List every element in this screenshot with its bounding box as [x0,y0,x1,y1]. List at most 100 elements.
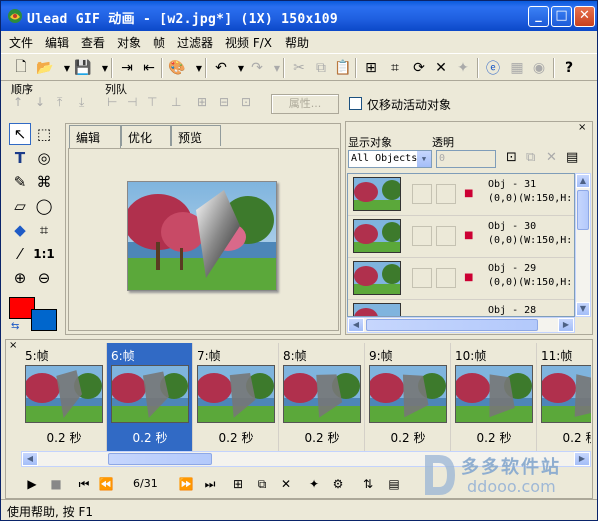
delete-object-icon[interactable]: ✕ [546,150,557,165]
reverse-frames-icon[interactable]: ⇅ [359,475,377,493]
show-objects-select[interactable]: All Objects ▼ [348,150,432,168]
lock-toggle[interactable] [436,268,456,288]
duplicate-frame-icon[interactable]: ⧉ [253,475,271,493]
frame-item[interactable]: 11:帧 0.2 秒 [537,343,591,451]
transparency-spinner[interactable]: 0 [436,150,496,168]
play-icon[interactable]: ▶ [23,475,41,493]
same-size-icon[interactable]: ⊡ [241,95,251,109]
actual-size-icon[interactable]: 1:1 [33,243,55,265]
pointer-tool-icon[interactable]: ↖ [9,123,31,145]
duplicate-object-icon[interactable]: ⧉ [526,150,535,165]
new-file-icon[interactable]: 🗋 [11,58,31,78]
list-item[interactable]: ■ Obj - 31 (0,0)(W:150,H: [348,174,574,216]
frame-panel-options-icon[interactable]: ▤ [385,475,403,493]
lasso-tool-icon[interactable]: ⌘ [33,171,55,193]
frame-item[interactable]: 8:帧 0.2 秒 [279,343,365,451]
maximize-button[interactable]: □ [551,6,572,27]
add-frame-icon[interactable]: ⊞ [229,475,247,493]
menu-help[interactable]: 帮助 [285,34,309,51]
text-tool-icon[interactable]: T [9,147,31,169]
ellipse-select-icon[interactable]: ◎ [33,147,55,169]
align-top-icon[interactable]: ⊥ [171,95,181,109]
frame-item[interactable]: 9:帧 0.2 秒 [365,343,451,451]
tab-optimize[interactable]: 优化 [121,125,171,146]
open-folder-icon[interactable]: 📂 [35,58,55,78]
delete-frame-icon[interactable]: ✕ [277,475,295,493]
send-to-back-icon[interactable]: ⤓ [79,95,84,110]
minimize-button[interactable]: _ [528,6,549,27]
send-backward-icon[interactable]: ↓ [35,95,45,109]
distribute-v-icon[interactable]: ⊟ [219,95,229,109]
tab-preview[interactable]: 预览 [171,125,221,146]
scroll-down-icon[interactable]: ▼ [576,302,590,316]
crop-tool-icon[interactable]: ⌗ [33,219,55,241]
background-color-swatch[interactable] [31,309,57,331]
paste-icon[interactable]: 📋 [333,58,353,78]
crop-icon[interactable]: ⌗ [385,58,405,78]
scroll-thumb[interactable] [577,190,589,230]
wizard-icon[interactable]: ✦ [453,58,473,78]
undo-icon[interactable]: ↶ [211,58,231,78]
import-icon[interactable]: ⇥ [117,58,137,78]
scroll-left-icon[interactable]: ◀ [22,452,38,466]
list-item[interactable]: Obj - 28 [348,300,574,316]
magic-wand-icon[interactable]: ◯ [33,195,55,217]
frame-item[interactable]: 10:帧 0.2 秒 [451,343,537,451]
title-bar[interactable]: Ulead GIF 动画 - [w2.jpg*] (1X) 150x109 _ … [1,1,597,31]
context-help-icon[interactable]: ? [559,58,579,78]
menu-file[interactable]: 文件 [9,34,33,51]
browser-preview-icon[interactable]: ⓔ [483,58,503,78]
scroll-left-icon[interactable]: ◀ [348,318,364,332]
scroll-thumb[interactable] [366,319,538,331]
save-icon[interactable]: 💾 [73,58,93,78]
bring-to-front-icon[interactable]: ⤒ [57,95,62,110]
align-center-icon[interactable]: ⊣ [127,95,137,109]
move-active-only-checkbox[interactable] [349,97,362,110]
transform-icon[interactable]: ✕ [431,58,451,78]
marquee-tool-icon[interactable]: ⬚ [33,123,55,145]
zoom-in-icon[interactable]: ⊕ [9,267,31,289]
properties-button[interactable]: 属性... [271,94,339,114]
cut-icon[interactable]: ✂ [289,58,309,78]
copy-icon[interactable]: ⧉ [311,58,331,78]
web-icon[interactable]: ◉ [529,58,549,78]
image-canvas[interactable] [127,181,277,291]
tab-edit[interactable]: 编辑 [69,125,121,148]
menu-filter[interactable]: 过滤器 [177,34,213,51]
fill-tool-icon[interactable]: ◆ [9,219,31,241]
optimize-icon[interactable]: ▦ [507,58,527,78]
panel-close-icon[interactable]: × [578,122,586,133]
color-palette-icon[interactable]: 🎨 [167,58,187,78]
rotate-icon[interactable]: ⟳ [409,58,429,78]
list-item[interactable]: ■ Obj - 30 (0,0)(W:150,H: [348,216,574,258]
stop-icon[interactable]: ■ [47,475,65,493]
object-properties-icon[interactable]: ▤ [566,150,578,165]
frame-strip[interactable]: 5:帧 0.2 秒 6:帧 0.2 秒 7:帧 0.2 秒 8:帧 0.2 秒 9:帧 0.2 秒… [21,343,591,451]
export-icon[interactable]: ⇤ [139,58,159,78]
menu-edit[interactable]: 编辑 [45,34,69,51]
swap-colors-icon[interactable]: ⇆ [11,321,19,332]
tween-icon[interactable]: ✦ [305,475,323,493]
object-list-hscroll[interactable]: ◀ ▶ [347,317,575,333]
new-object-icon[interactable]: ⊡ [506,150,517,165]
resize-image-icon[interactable]: ⊞ [361,58,381,78]
scroll-right-icon[interactable]: ▶ [558,318,574,332]
first-frame-icon[interactable]: ⏮ [75,475,93,493]
visibility-toggle[interactable] [412,184,432,204]
zoom-out-icon[interactable]: ⊖ [33,267,55,289]
list-item[interactable]: ■ Obj - 29 (0,0)(W:150,H: [348,258,574,300]
visibility-toggle[interactable] [412,268,432,288]
last-frame-icon[interactable]: ⏭ [201,475,219,493]
lock-toggle[interactable] [436,184,456,204]
distribute-h-icon[interactable]: ⊞ [197,95,207,109]
frame-item[interactable]: 6:帧 0.2 秒 [107,343,193,451]
close-button[interactable]: ✕ [574,6,595,27]
menu-view[interactable]: 查看 [81,34,105,51]
redo-icon[interactable]: ↷ [247,58,267,78]
visibility-toggle[interactable] [412,226,432,246]
menu-video-fx[interactable]: 视频 F/X [225,34,272,51]
frame-item[interactable]: 5:帧 0.2 秒 [21,343,107,451]
bring-forward-icon[interactable]: ↑ [13,95,23,109]
object-list-vscroll[interactable]: ▲ ▼ [575,173,591,317]
next-frame-icon[interactable]: ⏩ [177,475,195,493]
